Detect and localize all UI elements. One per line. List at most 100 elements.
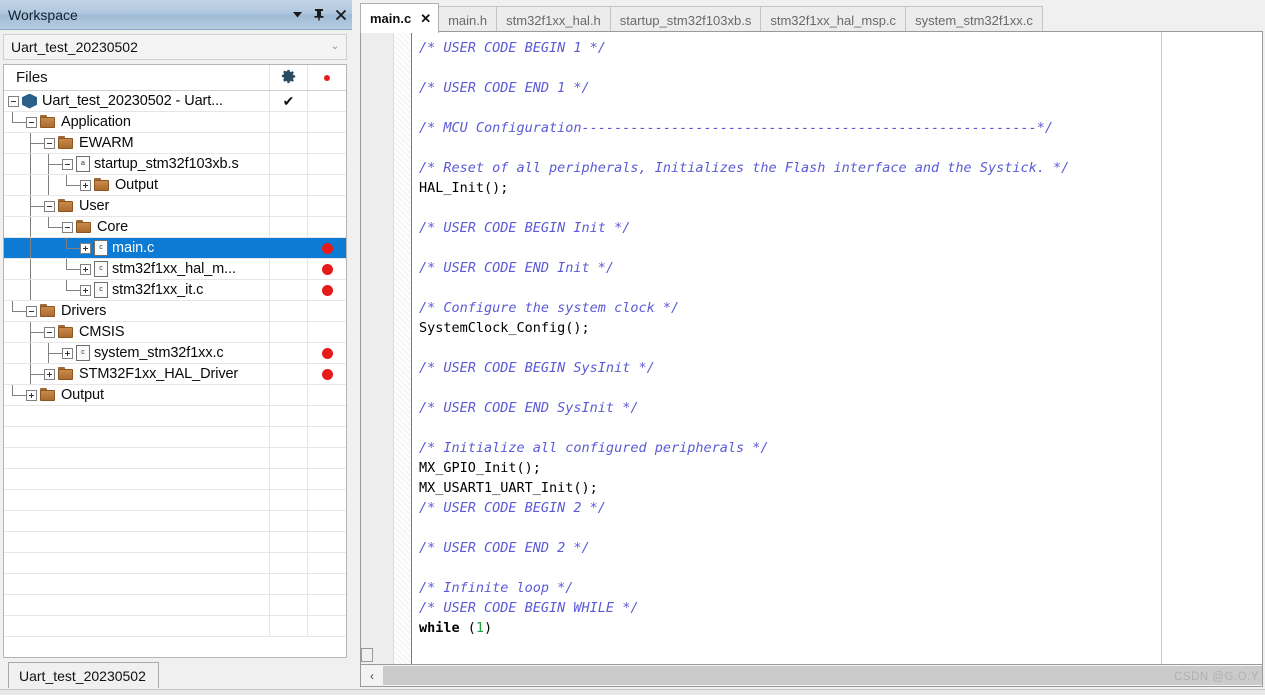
- tree-guide: [22, 280, 40, 300]
- editor-tab[interactable]: system_stm32f1xx.c: [905, 6, 1043, 33]
- tree-node-label: stm32f1xx_hal_m...: [112, 261, 236, 277]
- collapse-icon[interactable]: [4, 91, 22, 111]
- horizontal-scrollbar-thumb[interactable]: [383, 666, 1262, 685]
- tree-node-label: Output: [61, 387, 104, 403]
- tree-node-name-cell[interactable]: Application: [4, 112, 270, 132]
- editor-tab[interactable]: startup_stm32f103xb.s: [609, 6, 762, 33]
- scroll-left-arrow-icon[interactable]: ‹: [361, 666, 383, 686]
- tree-row[interactable]: c stm32f1xx_hal_m...: [4, 259, 346, 280]
- tree-node-status-cell: [270, 343, 308, 363]
- editor-tab-active[interactable]: main.c ✕: [360, 3, 440, 33]
- tree-node-label: main.c: [112, 240, 155, 256]
- close-icon[interactable]: [330, 3, 352, 27]
- tree-node-name-cell[interactable]: User: [4, 196, 270, 216]
- collapse-icon[interactable]: [58, 217, 76, 237]
- editor-vertical-scrollbar[interactable]: [360, 31, 374, 665]
- settings-column-header[interactable]: [270, 65, 308, 90]
- code-keyword: while: [419, 620, 460, 636]
- tree-node-modified-cell: [308, 217, 346, 237]
- tree-row[interactable]: c stm32f1xx_it.c: [4, 280, 346, 301]
- tree-guide: [58, 238, 76, 258]
- tree-node-name-cell[interactable]: Drivers: [4, 301, 270, 321]
- tree-node-name-cell[interactable]: Output: [4, 175, 270, 195]
- code-comment: /* USER CODE BEGIN Init */: [419, 220, 631, 236]
- workspace-tab-button[interactable]: Uart_test_20230502: [8, 662, 159, 688]
- tree-guide: [4, 343, 22, 363]
- tree-guide: [40, 175, 58, 195]
- code-comment: /* USER CODE BEGIN SysInit */: [419, 360, 655, 376]
- collapse-icon[interactable]: [22, 301, 40, 321]
- expand-icon[interactable]: [76, 238, 94, 258]
- editor-horizontal-scrollbar[interactable]: ‹: [360, 665, 1263, 687]
- tree-node-name-cell[interactable]: EWARM: [4, 133, 270, 153]
- tree-node-name-cell[interactable]: c stm32f1xx_it.c: [4, 280, 270, 300]
- tree-node-label: Drivers: [61, 303, 107, 319]
- code-comment: /* USER CODE BEGIN WHILE */: [419, 600, 639, 616]
- tree-row[interactable]: CMSIS: [4, 322, 346, 343]
- tree-node-name-cell[interactable]: c main.c: [4, 238, 270, 258]
- editor-tab[interactable]: main.h: [438, 6, 498, 33]
- tree-row[interactable]: c system_stm32f1xx.c: [4, 343, 346, 364]
- expand-icon[interactable]: [76, 280, 94, 300]
- files-tree[interactable]: Files Uart_test_20230502 - Uart... ✔ Appli…: [3, 64, 347, 658]
- expand-icon[interactable]: [58, 343, 76, 363]
- red-dot-icon: [321, 368, 333, 380]
- tree-row-selected[interactable]: c main.c: [4, 238, 346, 259]
- code-line: /* USER CODE BEGIN 1 */: [413, 38, 1262, 58]
- code-comment: /* Initialize all configured peripherals…: [419, 440, 769, 456]
- tree-node-modified-cell: [308, 175, 346, 195]
- tree-row[interactable]: STM32F1xx_HAL_Driver: [4, 364, 346, 385]
- folder-icon: [58, 136, 75, 150]
- tree-row[interactable]: EWARM: [4, 133, 346, 154]
- tree-row[interactable]: Core: [4, 217, 346, 238]
- tree-row[interactable]: Drivers: [4, 301, 346, 322]
- tree-row[interactable]: Uart_test_20230502 - Uart... ✔: [4, 91, 346, 112]
- collapse-icon[interactable]: [40, 133, 58, 153]
- editor-body[interactable]: /* USER CODE BEGIN 1 */ /* USER CODE END…: [360, 31, 1263, 665]
- project-select-dropdown[interactable]: Uart_test_20230502 ⌄: [3, 34, 347, 60]
- editor-tab[interactable]: stm32f1xx_hal_msp.c: [760, 6, 907, 33]
- collapse-icon[interactable]: [22, 112, 40, 132]
- tab-close-icon[interactable]: ✕: [420, 11, 431, 27]
- editor-tab[interactable]: stm32f1xx_hal.h: [496, 6, 611, 33]
- tree-row[interactable]: Application: [4, 112, 346, 133]
- tree-node-name-cell[interactable]: Output: [4, 385, 270, 405]
- expand-icon[interactable]: [40, 364, 58, 384]
- tree-row[interactable]: Output: [4, 385, 346, 406]
- tree-guide: [22, 175, 40, 195]
- folder-icon: [58, 325, 75, 339]
- tree-row[interactable]: User: [4, 196, 346, 217]
- tree-guide: [22, 259, 40, 279]
- editor-panel: main.c ✕ main.h stm32f1xx_hal.h startup_stm3…: [360, 0, 1265, 695]
- tree-node-name-cell[interactable]: CMSIS: [4, 322, 270, 342]
- workspace-menu-dropdown-icon[interactable]: [286, 3, 308, 27]
- tree-row[interactable]: a startup_stm32f103xb.s: [4, 154, 346, 175]
- collapse-icon[interactable]: [40, 322, 58, 342]
- expand-icon[interactable]: [76, 259, 94, 279]
- editor-code-area[interactable]: /* USER CODE BEGIN 1 */ /* USER CODE END…: [413, 32, 1262, 664]
- tree-node-name-cell[interactable]: STM32F1xx_HAL_Driver: [4, 364, 270, 384]
- code-text: HAL_Init();: [419, 180, 509, 196]
- tree-guide: [40, 280, 58, 300]
- pin-icon[interactable]: [308, 3, 330, 27]
- tree-node-name-cell[interactable]: Core: [4, 217, 270, 237]
- expand-icon[interactable]: [76, 175, 94, 195]
- tree-node-name-cell[interactable]: a startup_stm32f103xb.s: [4, 154, 270, 174]
- tree-node-name-cell[interactable]: Uart_test_20230502 - Uart...: [4, 91, 270, 111]
- files-column-header: Files: [4, 65, 270, 90]
- collapse-icon[interactable]: [40, 196, 58, 216]
- code-line: MX_GPIO_Init();: [413, 458, 1262, 478]
- tree-node-name-cell[interactable]: c stm32f1xx_hal_m...: [4, 259, 270, 279]
- code-comment: /* USER CODE END Init */: [419, 260, 615, 276]
- tree-guide: [22, 217, 40, 237]
- gear-icon[interactable]: [281, 69, 296, 86]
- code-comment: /* MCU Configuration--------------------…: [419, 120, 1053, 136]
- expand-icon[interactable]: [22, 385, 40, 405]
- editor-fold-strip[interactable]: [394, 32, 412, 664]
- vertical-scrollbar-thumb[interactable]: [361, 648, 373, 662]
- tree-node-modified-cell: [308, 280, 346, 300]
- tree-node-name-cell[interactable]: c system_stm32f1xx.c: [4, 343, 270, 363]
- tree-row[interactable]: Output: [4, 175, 346, 196]
- collapse-icon[interactable]: [58, 154, 76, 174]
